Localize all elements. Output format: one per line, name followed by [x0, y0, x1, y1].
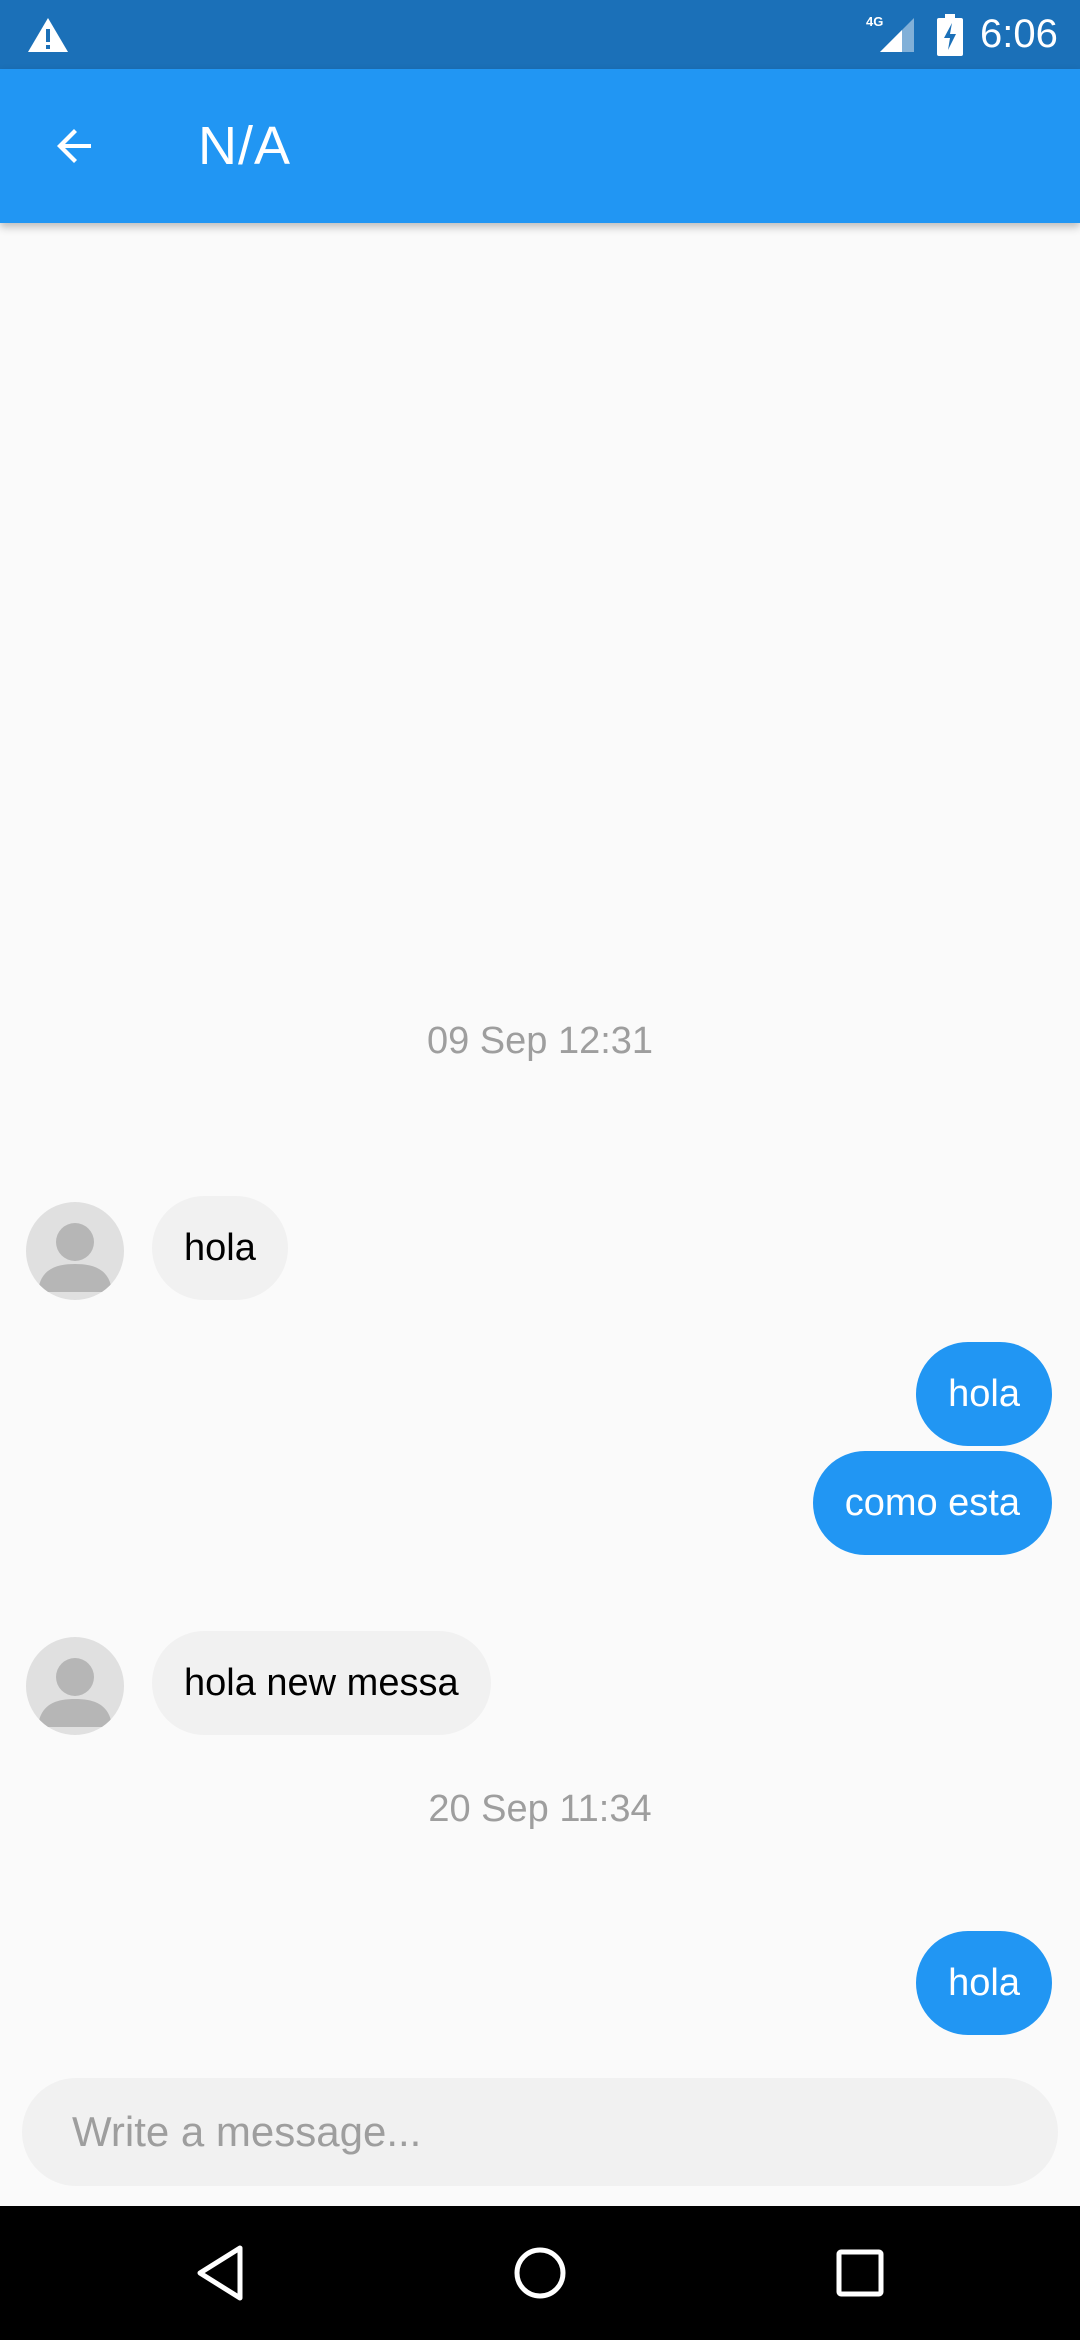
svg-text:4G: 4G	[866, 14, 883, 29]
person-icon	[38, 1223, 112, 1292]
page-title: N/A	[198, 116, 292, 176]
back-button[interactable]	[44, 115, 106, 177]
recents-square-icon[interactable]	[827, 2240, 893, 2306]
home-circle-icon[interactable]	[507, 2240, 573, 2306]
app-bar: N/A	[0, 69, 1080, 223]
system-nav-bar	[0, 2206, 1080, 2340]
back-triangle-icon[interactable]	[190, 2240, 256, 2306]
warning-icon	[28, 18, 68, 52]
date-separator: 20 Sep 11:34	[428, 1788, 652, 1830]
person-icon	[38, 1658, 112, 1727]
date-separator: 09 Sep 12:31	[426, 1020, 654, 1062]
outgoing-message[interactable]: hola	[916, 1342, 1052, 1446]
signal-icon: 4G	[866, 14, 914, 52]
incoming-message[interactable]: hola	[152, 1196, 288, 1300]
chat-screen: 4G 6:06 N/A 09 Sep 12:31 hola hola como …	[0, 0, 1080, 2340]
incoming-message[interactable]: hola new messa	[152, 1631, 491, 1735]
status-bar: 4G 6:06	[0, 0, 1080, 69]
outgoing-message[interactable]: como esta	[812, 1451, 1052, 1555]
avatar[interactable]	[26, 1637, 124, 1735]
outgoing-message[interactable]: hola	[916, 1931, 1052, 2035]
battery-charging-icon	[937, 14, 963, 56]
arrow-back-icon	[57, 129, 91, 163]
message-input[interactable]: Write a message...	[22, 2078, 1058, 2186]
avatar[interactable]	[26, 1202, 124, 1300]
status-time: 6:06	[980, 12, 1058, 56]
